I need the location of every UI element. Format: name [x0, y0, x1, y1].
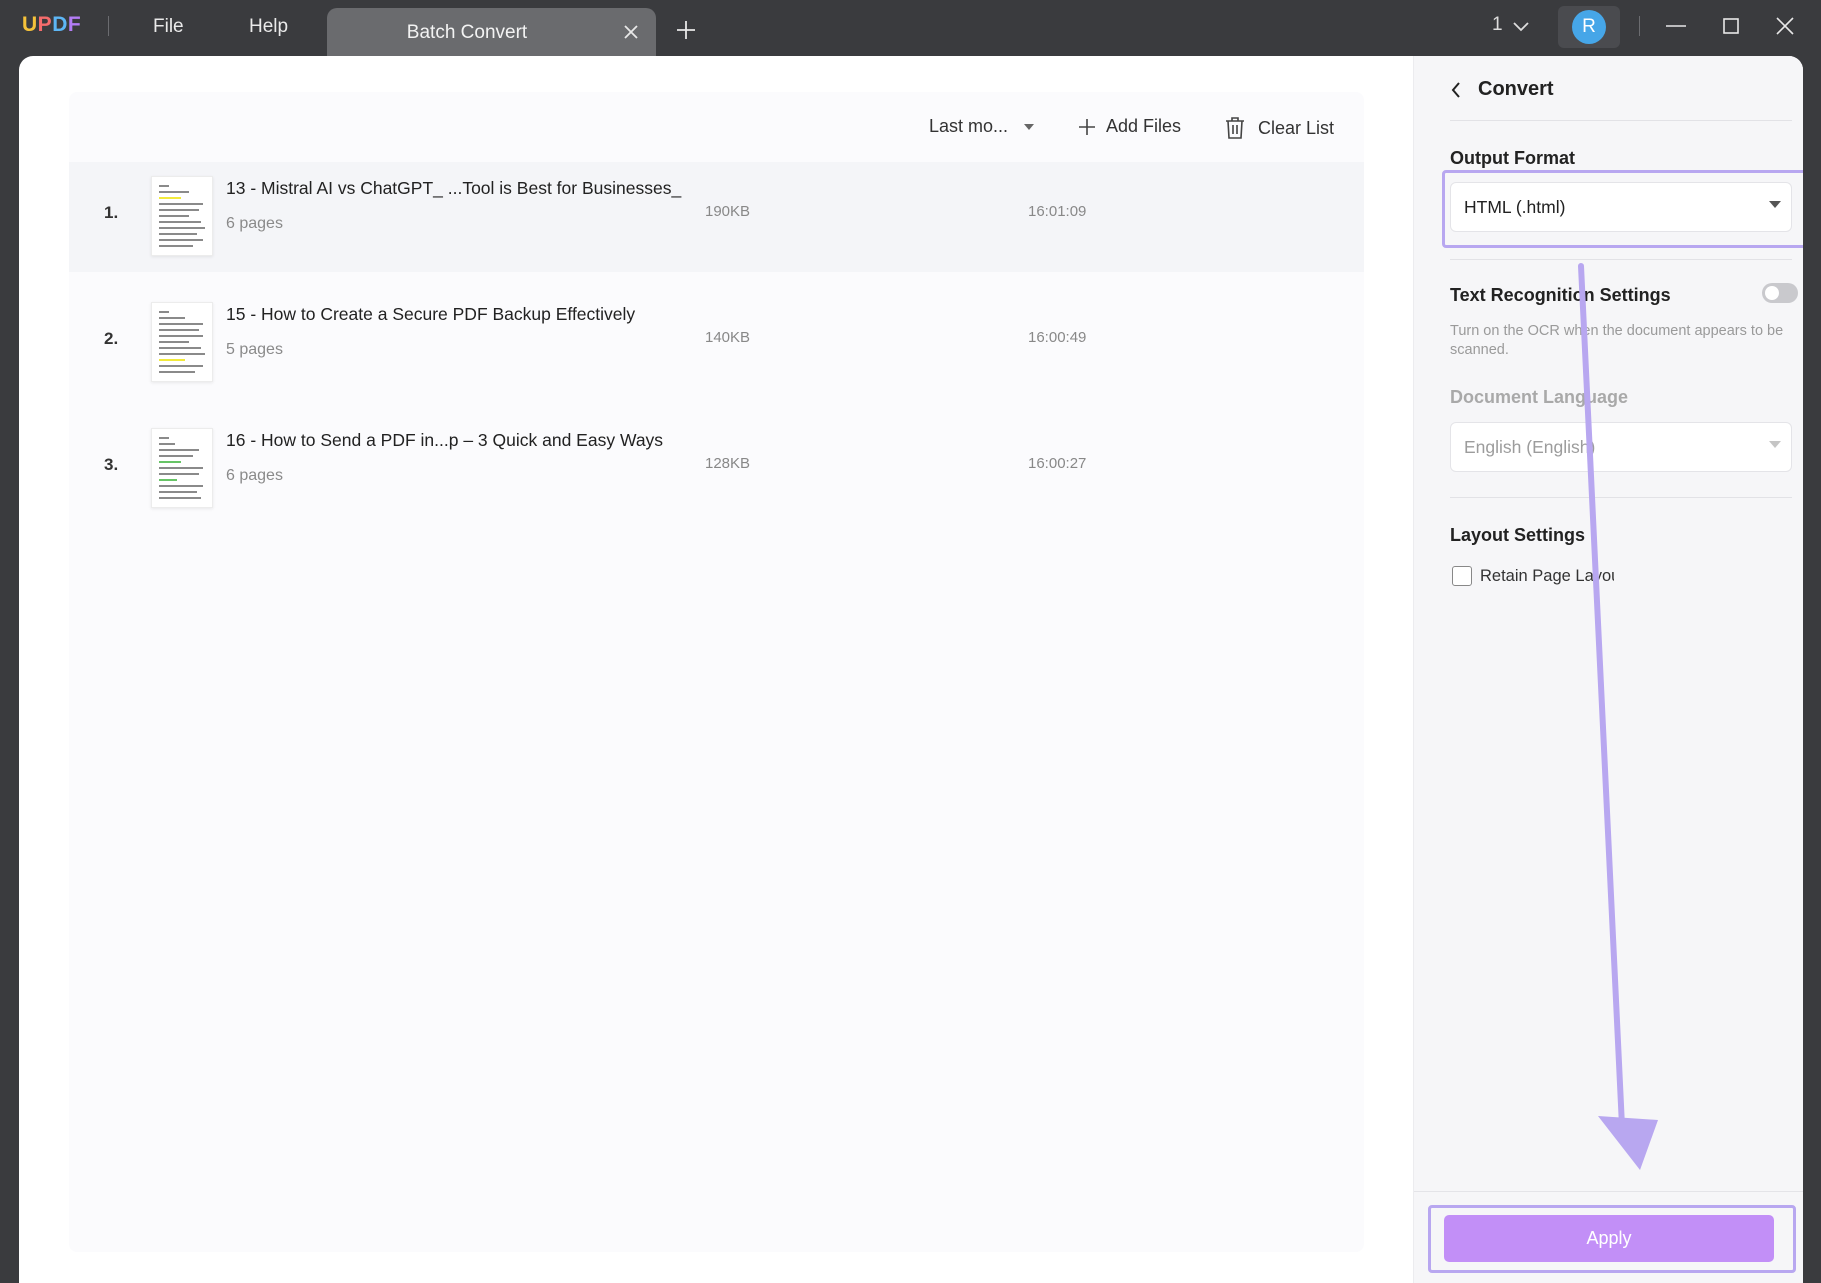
close-icon[interactable]: [619, 20, 643, 44]
file-name: 16 - How to Send a PDF in...p – 3 Quick …: [226, 430, 664, 450]
file-time: 16:00:49: [1028, 329, 1087, 346]
file-thumbnail: [151, 428, 213, 508]
file-size: 190KB: [705, 203, 751, 220]
divider: [1450, 120, 1792, 121]
row-number: 2.: [104, 329, 119, 348]
divider: [1639, 16, 1640, 36]
sort-label: Last mo...: [929, 116, 1009, 136]
caret-down-icon: [1769, 441, 1781, 448]
clear-list-label: Clear List: [1258, 117, 1335, 138]
file-thumbnail: [151, 302, 213, 382]
convert-settings-panel: Convert Output Format HTML (.html) Text …: [1413, 56, 1803, 1283]
chevron-left-icon: [1451, 81, 1460, 98]
main-window: Last mo... Add Files Clear List 1. 13 - …: [19, 56, 1803, 1283]
tab-batch-convert[interactable]: Batch Convert: [327, 8, 656, 56]
file-size: 140KB: [705, 329, 751, 346]
ocr-toggle[interactable]: [1762, 283, 1798, 303]
divider: [108, 16, 109, 36]
avatar: R: [1572, 10, 1606, 44]
toggle-knob: [1765, 286, 1779, 300]
layout-settings-label: Layout Settings: [1450, 525, 1586, 545]
file-pages: 5 pages: [226, 341, 283, 358]
file-row[interactable]: 1. 13 - Mistral AI vs ChatGPT_ ...Tool i…: [69, 162, 1364, 272]
retain-layout-checkbox[interactable]: [1452, 566, 1472, 586]
file-name: 15 - How to Create a Secure PDF Backup E…: [226, 304, 636, 324]
account-button[interactable]: R: [1558, 6, 1620, 48]
plus-icon[interactable]: [674, 18, 698, 42]
trash-icon: [1226, 117, 1244, 139]
row-number: 3.: [104, 455, 119, 474]
output-format-value: HTML (.html): [1464, 197, 1566, 217]
document-language-value: English (English): [1464, 437, 1596, 457]
add-files-button[interactable]: Add Files: [1078, 116, 1181, 137]
caret-down-icon: [1769, 201, 1781, 208]
apply-button[interactable]: Apply: [1444, 1215, 1774, 1262]
output-format-label: Output Format: [1450, 148, 1575, 168]
title-bar: UPDF File Help Batch Convert 1 R: [0, 0, 1821, 56]
panel-title: Convert: [1478, 78, 1554, 100]
output-format-select[interactable]: HTML (.html): [1450, 182, 1792, 232]
maximize-icon[interactable]: [1717, 12, 1745, 40]
divider: [1450, 259, 1792, 260]
file-row[interactable]: 3. 16 - How to Send a PDF in...p – 3 Qui…: [69, 414, 1364, 524]
file-pages: 6 pages: [226, 467, 283, 484]
clear-list-button[interactable]: Clear List: [1224, 116, 1334, 140]
plus-icon: [1079, 118, 1095, 135]
divider: [1414, 1191, 1803, 1192]
row-number: 1.: [104, 203, 119, 222]
menu-help[interactable]: Help: [249, 16, 288, 38]
close-window-icon[interactable]: [1771, 12, 1799, 40]
file-name: 13 - Mistral AI vs ChatGPT_ ...Tool is B…: [226, 178, 682, 198]
file-thumbnail: [151, 176, 213, 256]
minimize-icon[interactable]: [1662, 12, 1690, 40]
ocr-help-text: Turn on the OCR when the document appear…: [1450, 323, 1784, 358]
page-count[interactable]: 1: [1492, 14, 1503, 36]
add-files-label: Add Files: [1106, 116, 1182, 136]
divider: [1450, 497, 1792, 498]
file-time: 16:00:27: [1028, 455, 1087, 472]
file-size: 128KB: [705, 455, 751, 472]
document-language-select[interactable]: English (English): [1450, 422, 1792, 472]
sort-dropdown[interactable]: Last mo...: [929, 116, 1036, 137]
caret-down-icon: [1024, 123, 1035, 130]
file-time: 16:01:09: [1028, 203, 1087, 220]
updf-logo: UPDF: [22, 13, 82, 36]
retain-layout-label: Retain Page Layout: [1480, 567, 1614, 585]
file-list-panel: Last mo... Add Files Clear List 1. 13 - …: [69, 92, 1364, 1252]
ocr-settings-label: Text Recognition Settings: [1450, 285, 1671, 305]
tab-label: Batch Convert: [406, 22, 528, 43]
back-button[interactable]: Convert: [1450, 78, 1554, 101]
document-language-label: Document Language: [1450, 387, 1629, 407]
menu-file[interactable]: File: [153, 16, 184, 38]
file-row[interactable]: 2. 15 - How to Create a Secure PDF Backu…: [69, 288, 1364, 398]
chevron-down-icon[interactable]: [1510, 16, 1532, 38]
file-pages: 6 pages: [226, 215, 283, 232]
